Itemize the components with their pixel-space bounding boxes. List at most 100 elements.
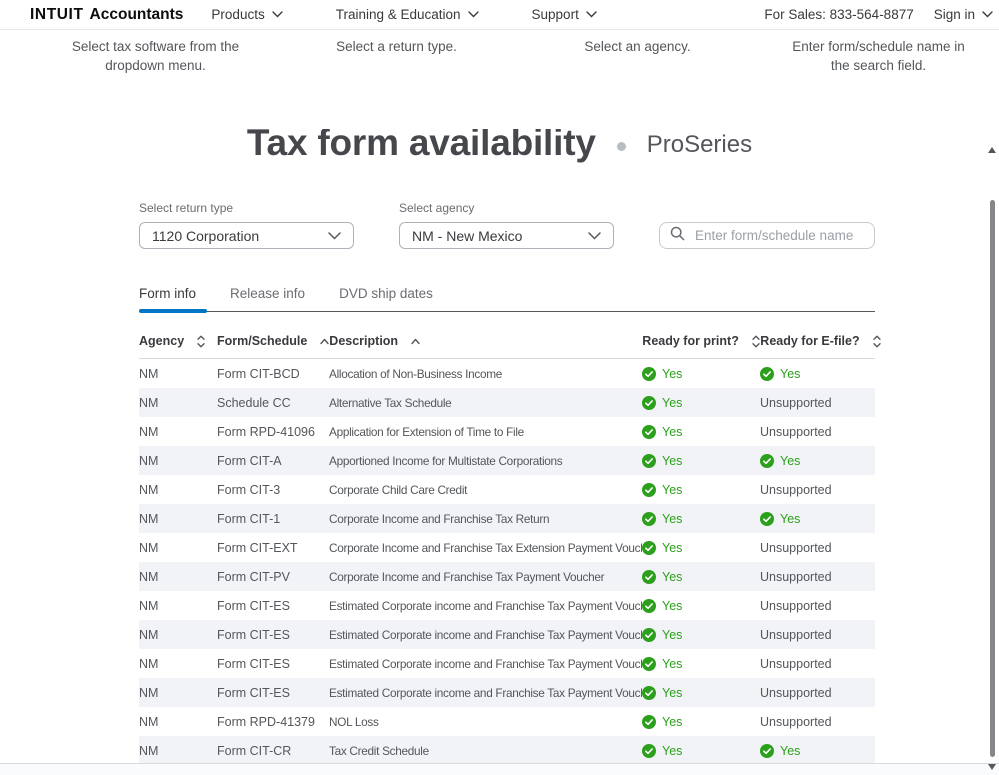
ready-for-efile-cell: Yes [760,512,875,526]
form-schedule-cell: Form CIT-CR [217,744,329,758]
heading-clip-region: Tax form availability ProSeries [0,129,999,167]
ready-for-print-cell: Yes [642,686,760,700]
check-icon [642,425,656,439]
status-label: Yes [780,744,800,758]
column-header-agency[interactable]: Agency [139,334,217,348]
table-row: NMForm CIT-ESEstimated Corporate income … [139,591,875,620]
intuit-accountants-logo[interactable]: INTUIT Accountants [30,6,183,24]
agency-cell: NM [139,454,217,468]
form-schedule-cell: Form RPD-41379 [217,715,329,729]
status-label: Yes [662,599,682,613]
description-cell: Application for Extension of Time to Fil… [329,425,642,439]
step-hint-4: Enter form/schedule name in the search f… [758,37,999,75]
description-cell: Allocation of Non-Business Income [329,367,642,381]
column-header-form-schedule[interactable]: Form/Schedule [217,334,329,348]
check-icon [642,396,656,410]
nav-item-training-education[interactable]: Training & Education [336,7,479,22]
column-header-ready-for-print[interactable]: Ready for print? [642,334,760,348]
form-schedule-cell: Form RPD-41096 [217,425,329,439]
table-row: NMForm CIT-ESEstimated Corporate income … [139,649,875,678]
column-header-ready-for-e-file[interactable]: Ready for E-file? [760,334,880,348]
scroll-down-icon[interactable] [988,764,996,770]
return-type-control: Select return type 1120 Corporation [139,201,354,249]
description-cell: Estimated Corporate income and Franchise… [329,599,642,613]
status-label: Unsupported [760,686,832,700]
description-cell: Corporate Income and Franchise Tax Payme… [329,570,642,584]
tab-dvd-ship-dates[interactable]: DVD ship dates [339,286,444,311]
agency-cell: NM [139,512,217,526]
sort-icon [873,335,881,348]
separator-dot-icon [617,142,626,151]
ready-for-efile-cell: Yes [760,454,875,468]
nav-item-support[interactable]: Support [532,7,597,22]
nav-item-label: Products [211,7,264,22]
ready-for-efile-cell: Unsupported [760,483,875,497]
form-schedule-cell: Schedule CC [217,396,329,410]
scrollbar[interactable] [987,0,997,775]
sort-icon [197,335,205,348]
status-label: Yes [662,454,682,468]
status-label: Unsupported [760,483,832,497]
sign-in-button[interactable]: Sign in [934,7,993,22]
form-schedule-cell: Form CIT-ES [217,628,329,642]
check-icon [760,367,774,381]
page-bottom-strip [0,763,999,775]
ready-for-efile-cell: Unsupported [760,628,875,642]
agency-cell: NM [139,744,217,758]
tab-form-info[interactable]: Form info [139,286,207,311]
agency-cell: NM [139,657,217,671]
step-hints: Select tax software from the dropdown me… [0,37,999,75]
table-row: NMForm CIT-EXTCorporate Income and Franc… [139,533,875,562]
description-cell: Estimated Corporate income and Franchise… [329,686,642,700]
status-label: Unsupported [760,657,832,671]
column-header-description[interactable]: Description [329,334,642,348]
agency-cell: NM [139,425,217,439]
tab-release-info[interactable]: Release info [230,286,316,311]
status-label: Yes [662,715,682,729]
nav-item-products[interactable]: Products [211,7,282,22]
ready-for-efile-cell: Unsupported [760,541,875,555]
table-row: NMForm CIT-3Corporate Child Care CreditY… [139,475,875,504]
tab-label: DVD ship dates [339,286,433,301]
step-hint-2: Select a return type. [276,37,517,75]
table-row: NMForm CIT-CRTax Credit ScheduleYesYes [139,736,875,765]
search-input[interactable] [693,227,864,244]
ready-for-print-cell: Yes [642,541,760,555]
status-label: Yes [662,425,682,439]
status-label: Yes [662,570,682,584]
return-type-select[interactable]: 1120 Corporation [139,222,354,249]
top-navbar: INTUIT Accountants Products Training & E… [0,0,999,30]
search-icon [670,226,685,246]
description-cell: Tax Credit Schedule [329,744,642,758]
description-cell: Estimated Corporate income and Franchise… [329,628,642,642]
table-row: NMSchedule CCAlternative Tax ScheduleYes… [139,388,875,417]
scroll-thumb[interactable] [990,200,995,757]
ready-for-print-cell: Yes [642,657,760,671]
check-icon [642,512,656,526]
sales-phone-link[interactable]: For Sales: 833-564-8877 [764,7,913,22]
form-schedule-cell: Form CIT-ES [217,686,329,700]
column-label: Ready for print? [642,334,739,348]
nav-item-label: Support [532,7,579,22]
description-cell: Alternative Tax Schedule [329,396,642,410]
sign-in-label: Sign in [934,7,975,22]
column-label: Agency [139,334,184,348]
form-schedule-cell: Form CIT-PV [217,570,329,584]
status-label: Unsupported [760,541,832,555]
ready-for-print-cell: Yes [642,512,760,526]
form-schedule-cell: Form CIT-A [217,454,329,468]
intuit-wordmark: INTUIT [30,6,84,24]
status-label: Yes [662,541,682,555]
agency-cell: NM [139,483,217,497]
step-hint-3: Select an agency. [517,37,758,75]
sort-ascending-icon [320,338,329,345]
scroll-up-icon[interactable] [988,147,996,153]
agency-select[interactable]: NM - New Mexico [399,222,614,249]
ready-for-print-cell: Yes [642,628,760,642]
status-label: Unsupported [760,396,832,410]
accountants-wordmark: Accountants [90,6,184,24]
ready-for-efile-cell: Unsupported [760,570,875,584]
check-icon [642,541,656,555]
table-row: NMForm CIT-PVCorporate Income and Franch… [139,562,875,591]
status-label: Yes [662,512,682,526]
